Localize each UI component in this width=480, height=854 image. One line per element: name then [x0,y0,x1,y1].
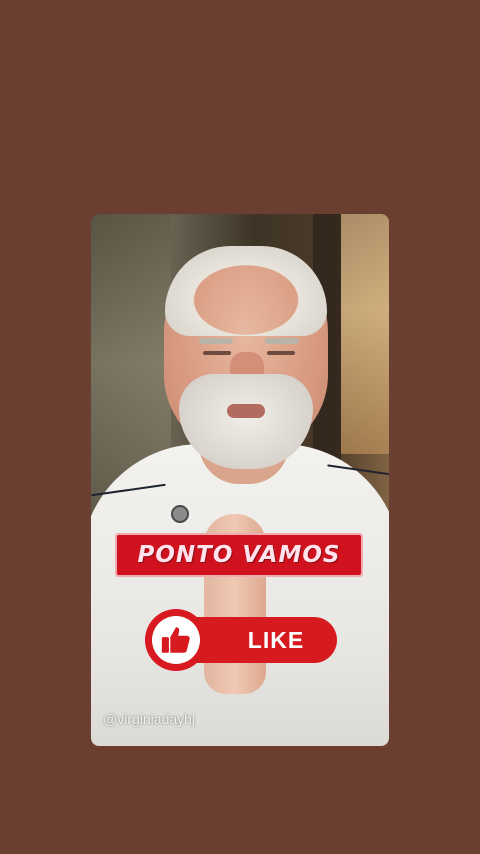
mouth [227,404,265,418]
video-player[interactable]: PONTO VAMOS LIKE @virginiadayhj [91,214,389,746]
right-eyebrow [265,338,299,344]
right-eye [267,351,295,355]
like-icon-circle[interactable] [145,609,207,671]
like-icon-background [152,616,200,664]
background-window [341,214,389,454]
left-eyebrow [199,338,233,344]
like-label: LIKE [247,626,305,653]
caption-banner: PONTO VAMOS [115,533,363,577]
watermark: @virginiadayhj [103,711,196,727]
like-button[interactable]: LIKE [145,609,337,671]
thumbs-up-icon [161,627,190,653]
caption-text: PONTO VAMOS [137,542,341,568]
left-eye [203,351,231,355]
lapel-pin [171,505,189,523]
hair [165,246,327,336]
